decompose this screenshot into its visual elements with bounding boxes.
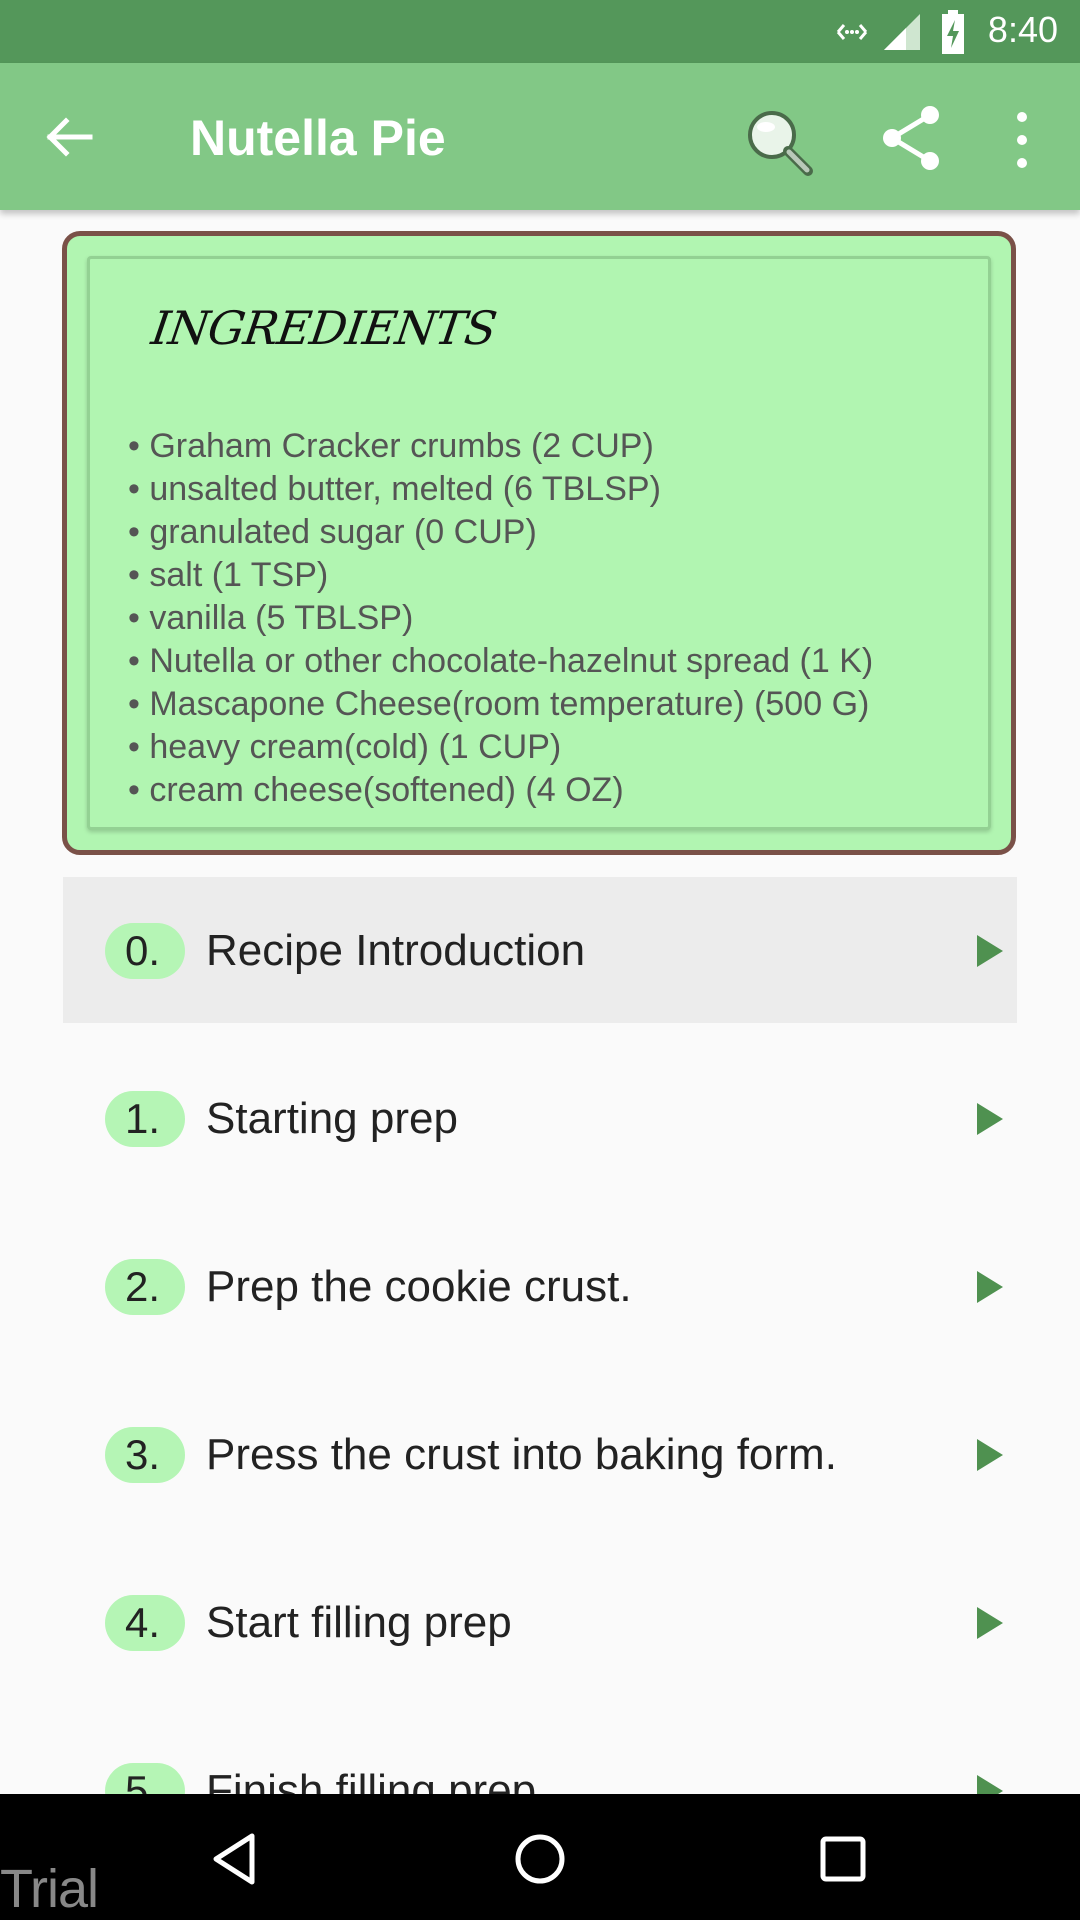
step-label: Prep the cookie crust. bbox=[206, 1262, 632, 1311]
back-arrow-icon[interactable] bbox=[40, 107, 100, 167]
step-item[interactable]: 0. Recipe Introduction bbox=[63, 877, 1017, 1023]
play-arrow-icon bbox=[977, 1103, 1003, 1135]
play-arrow-icon bbox=[977, 1271, 1003, 1303]
share-icon[interactable] bbox=[880, 103, 944, 173]
ingredient-item: • Graham Cracker crumbs (2 CUP) bbox=[128, 427, 654, 465]
ingredients-panel: INGREDIENTS • Graham Cracker crumbs (2 C… bbox=[87, 256, 991, 830]
ingredient-list: • Graham Cracker crumbs (2 CUP) • unsalt… bbox=[128, 425, 873, 812]
step-number-badge: 0. bbox=[105, 923, 185, 979]
step-label: Starting prep bbox=[206, 1094, 458, 1143]
ingredients-title: INGREDIENTS bbox=[148, 301, 500, 355]
ingredient-item: • granulated sugar (0 CUP) bbox=[128, 513, 537, 551]
play-arrow-icon bbox=[977, 1607, 1003, 1639]
ingredients-card: INGREDIENTS • Graham Cracker crumbs (2 C… bbox=[62, 231, 1016, 855]
ingredient-item: • Nutella or other chocolate-hazelnut sp… bbox=[128, 642, 874, 680]
navigation-bar bbox=[0, 1794, 1080, 1920]
ingredient-item: • Mascapone Cheese(room temperature) (50… bbox=[128, 685, 870, 723]
play-arrow-icon bbox=[977, 1439, 1003, 1471]
step-label: Recipe Introduction bbox=[206, 926, 586, 975]
back-triangle-icon[interactable] bbox=[200, 1824, 270, 1894]
step-item[interactable]: 4. Start filling prep bbox=[63, 1549, 1017, 1695]
ingredient-item: • unsalted butter, melted (6 TBLSP) bbox=[128, 470, 661, 508]
battery-charging-icon bbox=[942, 10, 964, 54]
step-item[interactable]: 3. Press the crust into baking form. bbox=[63, 1381, 1017, 1527]
ingredient-item: • vanilla (5 TBLSP) bbox=[128, 599, 414, 637]
status-bar: 8:40 bbox=[0, 0, 1080, 63]
step-item[interactable]: 1. Starting prep bbox=[63, 1045, 1017, 1191]
recents-square-icon[interactable] bbox=[808, 1824, 878, 1894]
step-number-badge: 1. bbox=[105, 1091, 185, 1147]
ingredient-item: • cream cheese(softened) (4 OZ) bbox=[128, 771, 624, 809]
ingredient-item: • salt (1 TSP) bbox=[128, 556, 329, 594]
step-label: Start filling prep bbox=[206, 1598, 512, 1647]
step-number-badge: 4. bbox=[105, 1595, 185, 1651]
trial-watermark: Trial bbox=[0, 1859, 99, 1919]
step-label: Press the crust into baking form. bbox=[206, 1430, 837, 1479]
page-title: Nutella Pie bbox=[190, 110, 446, 166]
play-arrow-icon bbox=[977, 935, 1003, 967]
more-vert-icon[interactable] bbox=[1006, 105, 1038, 175]
status-time: 8:40 bbox=[987, 9, 1058, 50]
signal-icon bbox=[884, 14, 920, 50]
ingredient-item: • heavy cream(cold) (1 CUP) bbox=[128, 728, 562, 766]
home-circle-icon[interactable] bbox=[505, 1824, 575, 1894]
search-icon[interactable] bbox=[738, 101, 822, 185]
step-number-badge: 2. bbox=[105, 1259, 185, 1315]
data-transfer-icon bbox=[836, 24, 868, 40]
app-bar: Nutella Pie bbox=[0, 63, 1080, 210]
step-item[interactable]: 2. Prep the cookie crust. bbox=[63, 1213, 1017, 1359]
step-number-badge: 3. bbox=[105, 1427, 185, 1483]
